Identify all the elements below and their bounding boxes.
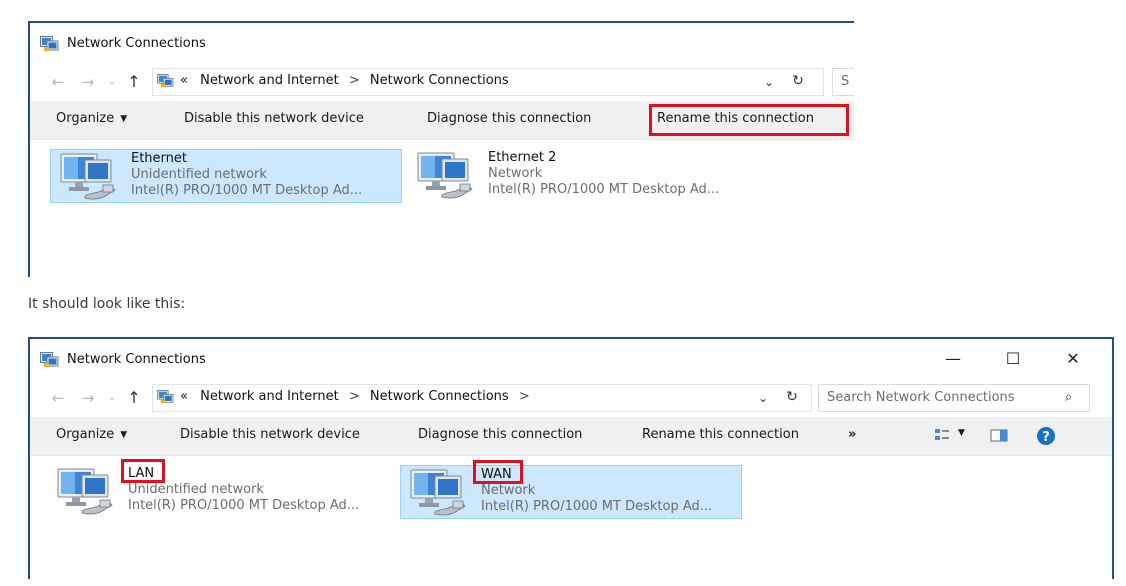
connection-name: Ethernet <box>131 151 187 166</box>
network-folder-icon <box>157 74 174 88</box>
forward-arrow-icon[interactable]: → <box>78 71 98 93</box>
search-box[interactable]: S <box>832 68 854 96</box>
connection-item-ethernet-2[interactable]: Ethernet 2 Network Intel(R) PRO/1000 MT … <box>408 149 778 203</box>
breadcrumb-network-and-internet[interactable]: Network and Internet <box>200 73 339 88</box>
network-adapter-icon <box>412 151 476 199</box>
search-placeholder: S <box>841 74 850 89</box>
window-title: Network Connections <box>67 36 206 51</box>
disable-device-button[interactable]: Disable this network device <box>180 427 360 442</box>
search-icon[interactable]: ⌕ <box>1065 390 1072 405</box>
address-bar[interactable]: « Network and Internet > Network Connect… <box>152 68 824 96</box>
breadcrumb-separator[interactable]: > <box>519 389 530 404</box>
network-folder-icon <box>157 390 174 404</box>
more-commands-button[interactable]: » <box>848 427 856 442</box>
organize-menu[interactable]: Organize ▼ <box>56 111 127 126</box>
close-button[interactable]: ✕ <box>1050 345 1096 373</box>
search-box[interactable]: Search Network Connections ⌕ <box>818 384 1090 412</box>
help-icon[interactable]: ? <box>1036 426 1056 446</box>
network-adapter-icon <box>52 467 116 515</box>
refresh-icon[interactable]: ↻ <box>783 389 801 405</box>
minimize-button[interactable]: — <box>930 345 976 373</box>
window-before: Network Connections ← → ⌄ ↑ « Network an… <box>28 21 854 277</box>
svg-text:?: ? <box>1042 430 1050 445</box>
breadcrumb-separator[interactable]: > <box>349 389 360 404</box>
network-adapter-icon <box>55 152 119 200</box>
connection-adapter: Intel(R) PRO/1000 MT Desktop Ad... <box>131 183 363 198</box>
forward-arrow-icon[interactable]: → <box>78 387 98 409</box>
connection-item-lan[interactable]: LAN Unidentified network Intel(R) PRO/10… <box>48 459 400 519</box>
refresh-icon[interactable]: ↻ <box>789 73 807 89</box>
breadcrumb-overflow[interactable]: « <box>180 389 188 404</box>
address-row: ← → ⌄ ↑ « Network and Internet > Network… <box>30 65 854 99</box>
connection-item-wan[interactable]: WAN Network Intel(R) PRO/1000 MT Desktop… <box>400 460 742 519</box>
highlight-box-rename <box>649 104 849 136</box>
highlight-box-lan <box>121 459 165 483</box>
dropdown-caret-icon: ▼ <box>120 114 128 124</box>
title-bar: Network Connections <box>30 23 854 65</box>
network-connections-app-icon <box>40 352 59 368</box>
back-arrow-icon[interactable]: ← <box>48 71 68 93</box>
recent-locations-chevron-icon[interactable]: ⌄ <box>102 387 122 409</box>
breadcrumb-overflow[interactable]: « <box>180 73 188 88</box>
rename-connection-button[interactable]: Rename this connection <box>642 427 799 442</box>
connection-status: Unidentified network <box>128 482 264 497</box>
title-bar: Network Connections — ☐ ✕ <box>30 339 1112 381</box>
connection-name: Ethernet 2 <box>488 150 557 165</box>
disable-device-button[interactable]: Disable this network device <box>184 111 364 126</box>
network-adapter-icon <box>405 468 469 516</box>
command-bar: Organize ▼ Disable this network device Di… <box>30 417 1112 456</box>
up-arrow-icon[interactable]: ↑ <box>124 71 144 93</box>
breadcrumb-network-and-internet[interactable]: Network and Internet <box>200 389 339 404</box>
highlight-box-wan <box>473 460 523 484</box>
address-dropdown-icon[interactable]: ⌄ <box>761 75 777 89</box>
breadcrumb-separator[interactable]: > <box>349 73 360 88</box>
connection-adapter: Intel(R) PRO/1000 MT Desktop Ad... <box>481 499 713 514</box>
connection-item-ethernet[interactable]: Ethernet Unidentified network Intel(R) P… <box>50 149 402 203</box>
diagnose-connection-button[interactable]: Diagnose this connection <box>418 427 582 442</box>
instruction-caption: It should look like this: <box>28 296 186 312</box>
view-options-caret-icon[interactable]: ▼ <box>958 428 965 438</box>
address-dropdown-icon[interactable]: ⌄ <box>755 391 771 405</box>
connection-status: Unidentified network <box>131 167 267 182</box>
window-title: Network Connections <box>67 352 206 367</box>
command-bar: Organize ▼ Disable this network device Di… <box>30 101 854 140</box>
window-after: Network Connections — ☐ ✕ ← → ⌄ ↑ « Netw… <box>28 337 1114 579</box>
organize-menu[interactable]: Organize ▼ <box>56 427 127 442</box>
network-connections-app-icon <box>40 36 59 52</box>
up-arrow-icon[interactable]: ↑ <box>124 387 144 409</box>
breadcrumb-network-connections[interactable]: Network Connections <box>370 73 509 88</box>
connection-adapter: Intel(R) PRO/1000 MT Desktop Ad... <box>128 498 360 513</box>
address-bar[interactable]: « Network and Internet > Network Connect… <box>152 384 812 412</box>
connection-adapter: Intel(R) PRO/1000 MT Desktop Ad... <box>488 182 720 197</box>
breadcrumb-network-connections[interactable]: Network Connections <box>370 389 509 404</box>
dropdown-caret-icon: ▼ <box>120 430 128 440</box>
breadcrumb: « Network and Internet > Network Connect… <box>180 389 536 404</box>
diagnose-connection-button[interactable]: Diagnose this connection <box>427 111 591 126</box>
address-row: ← → ⌄ ↑ « Network and Internet > Network… <box>30 381 1112 415</box>
breadcrumb: « Network and Internet > Network Connect… <box>180 73 509 88</box>
back-arrow-icon[interactable]: ← <box>48 387 68 409</box>
recent-locations-chevron-icon[interactable]: ⌄ <box>102 71 122 93</box>
connection-status: Network <box>488 166 543 181</box>
maximize-button[interactable]: ☐ <box>990 345 1036 373</box>
connection-status: Network <box>481 483 536 498</box>
search-placeholder: Search Network Connections <box>827 390 1015 405</box>
preview-pane-icon[interactable] <box>990 427 1008 443</box>
change-view-icon[interactable] <box>934 427 950 443</box>
